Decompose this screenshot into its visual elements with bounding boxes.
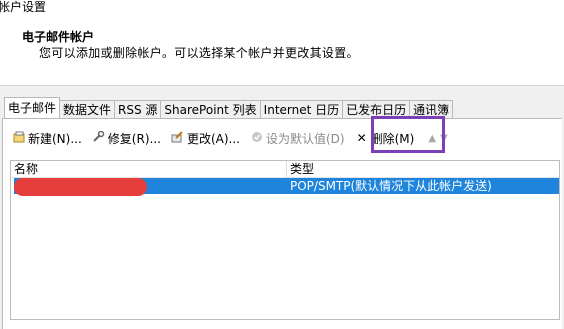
header-title: 电子邮件帐户 bbox=[22, 30, 95, 44]
remove-x-icon: ✕ bbox=[356, 131, 367, 145]
account-list[interactable]: 名称 类型 POP/SMTP(默认情况下从此帐户发送) bbox=[10, 160, 560, 320]
tab-data-files[interactable]: 数据文件 bbox=[59, 100, 116, 118]
set-default-button[interactable]: 设为默认值(D) bbox=[250, 128, 345, 148]
new-button[interactable]: 新建(N)... bbox=[12, 128, 82, 148]
column-divider[interactable] bbox=[286, 161, 287, 177]
window-title: 帐户设置 bbox=[0, 0, 47, 14]
change-button-label: 更改(A)... bbox=[186, 131, 240, 146]
tab-internet-calendar[interactable]: Internet 日历 bbox=[259, 100, 344, 118]
list-header: 名称 类型 bbox=[11, 161, 559, 178]
header-panel: 电子邮件帐户 您可以添加或删除帐户。可以选择某个帐户并更改其设置。 bbox=[0, 19, 564, 85]
account-type: POP/SMTP(默认情况下从此帐户发送) bbox=[290, 179, 492, 193]
tab-email[interactable]: 电子邮件 bbox=[4, 97, 61, 118]
tab-sharepoint[interactable]: SharePoint 列表 bbox=[160, 100, 261, 118]
set-default-button-label: 设为默认值(D) bbox=[265, 131, 345, 146]
column-header-type[interactable]: 类型 bbox=[290, 161, 314, 177]
tab-rss[interactable]: RSS 源 bbox=[114, 100, 162, 118]
highlight-box bbox=[371, 116, 445, 153]
column-header-name[interactable]: 名称 bbox=[14, 161, 38, 177]
repair-button-label: 修复(R)... bbox=[107, 131, 161, 146]
change-icon bbox=[171, 130, 185, 146]
tab-strip: 电子邮件 数据文件 RSS 源 SharePoint 列表 Internet 日… bbox=[4, 97, 454, 118]
repair-button[interactable]: 修复(R)... bbox=[92, 128, 161, 148]
repair-icon bbox=[92, 130, 106, 146]
header-description: 您可以添加或删除帐户。可以选择某个帐户并更改其设置。 bbox=[39, 46, 359, 60]
new-button-label: 新建(N)... bbox=[28, 131, 82, 146]
new-account-icon bbox=[12, 131, 26, 146]
change-button[interactable]: 更改(A)... bbox=[171, 128, 240, 148]
redaction-mark bbox=[14, 178, 147, 196]
set-default-icon bbox=[250, 131, 264, 146]
